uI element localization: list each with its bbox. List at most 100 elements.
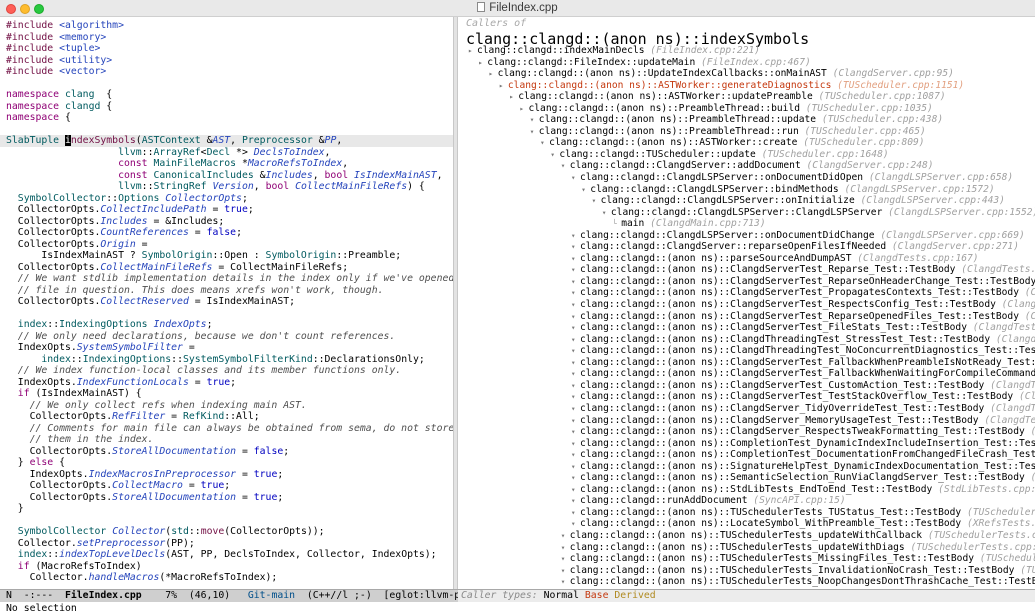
caller-name[interactable]: clang::clangd::ClangdServer::addDocument xyxy=(570,160,801,171)
caller-tree-row[interactable]: ▾ clang::clangd::ClangdServer::addDocumen… xyxy=(458,160,1035,172)
code-line[interactable]: CollectorOpts.CollectReserved = IsIndexM… xyxy=(6,296,453,308)
code-line[interactable] xyxy=(6,78,453,90)
caller-name[interactable]: clang::clangd::ClangdLSPServer::onDocume… xyxy=(580,172,863,183)
caller-name[interactable]: clang::clangd::(anon ns)::parseSourceAnd… xyxy=(580,253,851,264)
code-buffer[interactable]: #include <algorithm> #include <memory> #in… xyxy=(0,20,453,584)
caller-tree-row[interactable]: ▾ clang::clangd::ClangdServer::reparseOpe… xyxy=(458,241,1035,253)
caller-name[interactable]: clang::clangd::(anon ns)::SemanticSelect… xyxy=(580,472,1025,483)
buffer-filename[interactable]: FileIndex.cpp xyxy=(65,590,142,601)
caller-location[interactable]: (TUScheduler.cpp:809) xyxy=(803,137,924,148)
expanded-arrow-icon[interactable]: ▾ xyxy=(571,449,580,461)
expanded-arrow-icon[interactable]: ▾ xyxy=(561,530,570,542)
code-line[interactable]: CollectorOpts.RefFilter = RefKind::All; xyxy=(6,411,453,423)
caller-location[interactable]: (ClangdMain.cpp:713) xyxy=(650,218,766,229)
code-line[interactable]: } xyxy=(6,503,453,515)
code-line[interactable]: // Comments for main file can always be … xyxy=(6,423,453,435)
code-line[interactable]: namespace clang { xyxy=(6,89,453,101)
caller-tree-row[interactable]: ▾ clang::clangd::(anon ns)::ClangdServerT… xyxy=(458,287,1035,299)
code-line[interactable]: index::IndexingOptions::SystemSymbolFilt… xyxy=(6,354,453,366)
caller-tree-row[interactable]: ▾ clang::clangd::(anon ns)::TUSchedulerTe… xyxy=(458,507,1035,519)
expanded-arrow-icon[interactable]: ▾ xyxy=(561,160,570,172)
code-line[interactable]: #include <memory> xyxy=(6,32,453,44)
collapsed-arrow-icon[interactable]: ▸ xyxy=(468,45,477,57)
caller-tree-row[interactable]: ▾ clang::clangd::(anon ns)::ClangdServer_… xyxy=(458,403,1035,415)
caller-tree-row[interactable]: ▾ clang::clangd::(anon ns)::TUSchedulerTe… xyxy=(458,553,1035,565)
caller-tree-row[interactable]: ▸ clang::clangd::(anon ns)::PreambleThrea… xyxy=(458,103,1035,115)
code-line[interactable]: CollectorOpts.Origin = xyxy=(6,239,453,251)
expanded-arrow-icon[interactable]: ▾ xyxy=(530,126,539,138)
code-line[interactable]: #include <vector> xyxy=(6,66,453,78)
caller-name[interactable]: clang::clangd::(anon ns)::ClangdServerTe… xyxy=(580,311,1019,322)
caller-location[interactable]: (StdLibTests.cpp:131) xyxy=(938,484,1035,495)
caller-location[interactable]: (ClangdTests.cpp xyxy=(1025,311,1035,322)
caller-tree-row[interactable]: ▾ clang::clangd::(anon ns)::ClangdThreadi… xyxy=(458,345,1035,357)
caller-name[interactable]: clang::clangd::runAddDocument xyxy=(580,495,748,506)
expanded-arrow-icon[interactable]: ▾ xyxy=(571,495,580,507)
expanded-arrow-icon[interactable]: ▾ xyxy=(571,322,580,334)
caller-location[interactable]: (ClangdLSPServer.cpp:1572) xyxy=(844,184,994,195)
caller-location[interactable]: (ClangdTests xyxy=(1031,426,1035,437)
caller-tree-row[interactable]: ▸ clang::clangd::(anon ns)::UpdateIndexCa… xyxy=(458,68,1035,80)
caller-name[interactable]: clang::clangd::indexMainDecls xyxy=(477,45,645,56)
caller-tree-row[interactable]: ▾ clang::clangd::(anon ns)::PreambleThrea… xyxy=(458,114,1035,126)
caller-tree-row[interactable]: ▾ clang::clangd::(anon ns)::SignatureHelp… xyxy=(458,461,1035,473)
code-line[interactable]: SymbolCollector::Options CollectorOpts; xyxy=(6,193,453,205)
caller-name[interactable]: clang::clangd::ClangdLSPServer::onInitia… xyxy=(601,195,855,206)
expanded-arrow-icon[interactable]: ▾ xyxy=(571,172,580,184)
caller-tree-row[interactable]: ▾ clang::clangd::ClangdLSPServer::ClangdL… xyxy=(458,207,1035,219)
expanded-arrow-icon[interactable]: ▾ xyxy=(571,484,580,496)
caller-name[interactable]: clang::clangd::(anon ns)::TUSchedulerTes… xyxy=(580,507,961,518)
expanded-arrow-icon[interactable]: ▾ xyxy=(571,230,580,242)
caller-tree-row[interactable]: ▾ clang::clangd::(anon ns)::CompletionTes… xyxy=(458,438,1035,450)
caller-location[interactable]: (ClangdServer.cpp:271) xyxy=(892,241,1019,252)
caller-tree-row[interactable]: ▾ clang::clangd::(anon ns)::ClangdServerT… xyxy=(458,276,1035,288)
expanded-arrow-icon[interactable]: ▾ xyxy=(571,311,580,323)
caller-tree-row[interactable]: ▾ clang::clangd::(anon ns)::SemanticSelec… xyxy=(458,472,1035,484)
expanded-arrow-icon[interactable]: ▾ xyxy=(571,287,580,299)
caller-name[interactable]: clang::clangd::(anon ns)::SignatureHelpT… xyxy=(580,461,1035,472)
code-line[interactable]: CollectorOpts.CountReferences = false; xyxy=(6,227,453,239)
code-line[interactable]: IndexOpts.IndexMacrosInPreprocessor = tr… xyxy=(6,469,453,481)
expanded-arrow-icon[interactable]: ▾ xyxy=(571,438,580,450)
code-line[interactable]: IndexOpts.SystemSymbolFilter = xyxy=(6,342,453,354)
caller-name[interactable]: clang::clangd::(anon ns)::TUSchedulerTes… xyxy=(570,530,922,541)
code-line[interactable]: // We want stdlib implementation details… xyxy=(6,273,453,285)
expanded-arrow-icon[interactable]: ▾ xyxy=(571,299,580,311)
caller-tree-row[interactable]: ▾ clang::clangd::(anon ns)::ClangdServerT… xyxy=(458,264,1035,276)
caller-location[interactable]: (TUSchedulerTests.cpp: xyxy=(967,507,1035,518)
code-line[interactable]: SymbolCollector Collector(std::move(Coll… xyxy=(6,526,453,538)
code-line[interactable]: #include <tuple> xyxy=(6,43,453,55)
code-line[interactable]: Collector.setPreprocessor(PP); xyxy=(6,538,453,550)
caller-location[interactable]: (TUScheduler.cpp:1648) xyxy=(762,149,889,160)
caller-name[interactable]: clang::clangd::ClangdLSPServer::ClangdLS… xyxy=(611,207,882,218)
caller-location[interactable]: (ClangdTests. xyxy=(1025,287,1035,298)
caller-location[interactable]: (TUScheduler.cpp:1087) xyxy=(819,91,946,102)
code-line[interactable]: CollectorOpts.CollectMainFileRefs = Coll… xyxy=(6,262,453,274)
code-line[interactable]: CollectorOpts.Includes = &Includes; xyxy=(6,216,453,228)
code-line[interactable]: CollectorOpts.CollectIncludePath = true; xyxy=(6,204,453,216)
caller-location[interactable]: (SyncAPI.cpp:15) xyxy=(753,495,845,506)
code-editor-pane[interactable]: #include <algorithm> #include <memory> #in… xyxy=(0,17,453,589)
caller-tree-row[interactable]: ▾ clang::clangd::(anon ns)::LocateSymbol_… xyxy=(458,518,1035,530)
code-line[interactable]: if (IsIndexMainAST) { xyxy=(6,388,453,400)
code-line[interactable]: // We only need declarations, because we… xyxy=(6,331,453,343)
caller-tree-row[interactable]: ▸ clang::clangd::(anon ns)::ASTWorker::up… xyxy=(458,91,1035,103)
expanded-arrow-icon[interactable]: ▾ xyxy=(571,518,580,530)
code-line[interactable]: #include <algorithm> xyxy=(6,20,453,32)
caller-tree-row[interactable]: └ main (ClangdMain.cpp:713) xyxy=(458,218,1035,230)
caller-location[interactable]: (TUScheduler.cpp:465) xyxy=(805,126,926,137)
caller-location[interactable]: (ClangdLSPServer.cpp:443) xyxy=(861,195,1005,206)
caller-name[interactable]: clang::clangd::(anon ns)::ASTWorker::cre… xyxy=(549,137,797,148)
caller-name[interactable]: clang::clangd::(anon ns)::TUSchedulerTes… xyxy=(570,553,974,564)
caller-name[interactable]: clang::clangd::(anon ns)::CompletionTest… xyxy=(580,438,1035,449)
caller-name[interactable]: main xyxy=(621,218,644,229)
code-line[interactable]: // file in question. This does means xre… xyxy=(6,285,453,297)
code-line[interactable] xyxy=(6,515,453,527)
code-line[interactable]: const MainFileMacros *MacroRefsToIndex, xyxy=(6,158,453,170)
code-line[interactable]: if (MacroRefsToIndex) xyxy=(6,561,453,573)
expanded-arrow-icon[interactable]: ▾ xyxy=(571,334,580,346)
caller-name[interactable]: clang::clangd::(anon ns)::ClangdServer_R… xyxy=(580,426,1025,437)
expanded-arrow-icon[interactable]: ▾ xyxy=(561,576,570,588)
expanded-arrow-icon[interactable]: ▾ xyxy=(571,403,580,415)
caller-location[interactable]: (ClangdTests.cpp:12 xyxy=(990,380,1035,391)
